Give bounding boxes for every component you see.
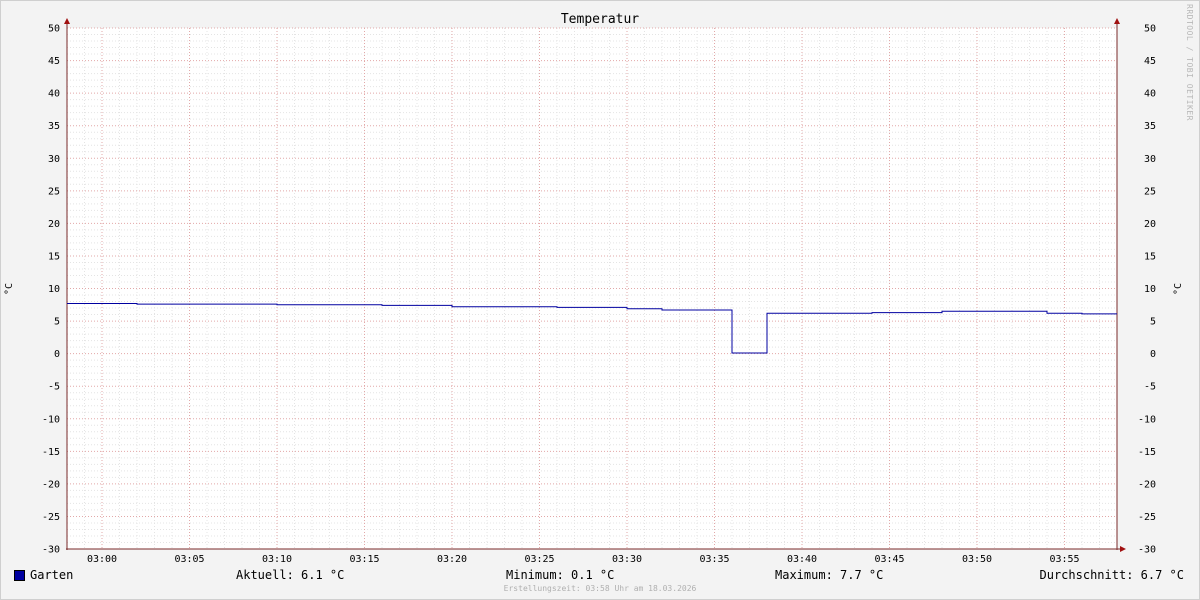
x-tick-labels: 03:00 03:05 03:10 03:15 03:20 03:25 03:30 03:35… (87, 554, 1080, 565)
x-tick-label: 03:45 (874, 554, 904, 565)
y-tick-label-left: 45 (48, 56, 60, 67)
x-tick-label: 03:50 (962, 554, 992, 565)
y-tick-label-right: -10 (1138, 414, 1156, 425)
y-tick-label-left: -30 (42, 545, 60, 556)
y-tick-label-left: 30 (48, 154, 60, 165)
x-tick-label: 03:30 (612, 554, 642, 565)
y-tick-label-left: 25 (48, 186, 60, 197)
x-axis-arrow (1120, 546, 1126, 552)
y-tick-label-right: 5 (1150, 317, 1156, 328)
legend-swatch-garten (14, 570, 25, 581)
y-tick-label-right: 25 (1144, 186, 1156, 197)
x-tick-label: 03:25 (524, 554, 554, 565)
creation-timestamp: Erstellungszeit: 03:58 Uhr am 18.03.2026 (503, 584, 697, 593)
x-tick-label: 03:00 (87, 554, 117, 565)
y-tick-label-right: 20 (1144, 219, 1156, 230)
x-tick-label: 03:10 (262, 554, 292, 565)
y-tick-label-left: -15 (42, 447, 60, 458)
y-tick-label-left: 10 (48, 284, 60, 295)
legend-series-label: Garten (30, 568, 74, 582)
temperature-chart: -30 -30 -25 -25 -20 -20 -15 -15 -10 -10 -5 -5 0 0 5 5 10… (4, 12, 1184, 565)
stat-maximum: Maximum: 7.7 °C (775, 568, 884, 582)
x-tick-label: 03:15 (349, 554, 379, 565)
y-tick-label-left: -10 (42, 414, 60, 425)
y-axis-arrow-right (1114, 18, 1120, 24)
x-tick-label: 03:35 (699, 554, 729, 565)
y-tick-label-left: 20 (48, 219, 60, 230)
y-tick-label-left: 5 (54, 317, 60, 328)
x-tick-label: 03:20 (437, 554, 467, 565)
y-tick-label-left: 0 (54, 349, 60, 360)
y-tick-label-right: -20 (1138, 479, 1156, 490)
y-tick-label-right: 45 (1144, 56, 1156, 67)
y-tick-label-right: 50 (1144, 24, 1156, 35)
y-tick-label-right: -15 (1138, 447, 1156, 458)
y-tick-label-left: 50 (48, 24, 60, 35)
y-tick-label-right: 30 (1144, 154, 1156, 165)
y-tick-label-right: 40 (1144, 89, 1156, 100)
y-axis-label-left: °C (4, 283, 15, 295)
y-tick-label-right: 35 (1144, 121, 1156, 132)
x-tick-label: 03:40 (787, 554, 817, 565)
y-tick-label-right: -5 (1144, 382, 1156, 393)
y-tick-label-right: 10 (1144, 284, 1156, 295)
x-tick-label: 03:05 (174, 554, 204, 565)
stat-average: Durchschnitt: 6.7 °C (1039, 568, 1185, 582)
rrdtool-watermark: RRDTOOL / TOBI OETIKER (1185, 4, 1194, 121)
y-axis-label-right: °C (1173, 283, 1184, 295)
y-tick-label-left: 40 (48, 89, 60, 100)
y-tick-label-right: -30 (1138, 545, 1156, 556)
stat-current: Aktuell: 6.1 °C (236, 568, 345, 582)
x-tick-label: 03:55 (1049, 554, 1079, 565)
y-axis-arrow-left (64, 18, 70, 24)
y-tick-label-left: -25 (42, 512, 60, 523)
y-tick-label-right: 15 (1144, 251, 1156, 262)
stat-minimum: Minimum: 0.1 °C (506, 568, 615, 582)
y-tick-label-right: -25 (1138, 512, 1156, 523)
y-tick-label-left: 35 (48, 121, 60, 132)
grid (66, 27, 1118, 550)
chart-title: Temperatur (561, 12, 639, 27)
y-tick-label-left: -5 (48, 382, 60, 393)
y-tick-label-right: 0 (1150, 349, 1156, 360)
y-tick-label-left: -20 (42, 479, 60, 490)
y-tick-label-left: 15 (48, 251, 60, 262)
